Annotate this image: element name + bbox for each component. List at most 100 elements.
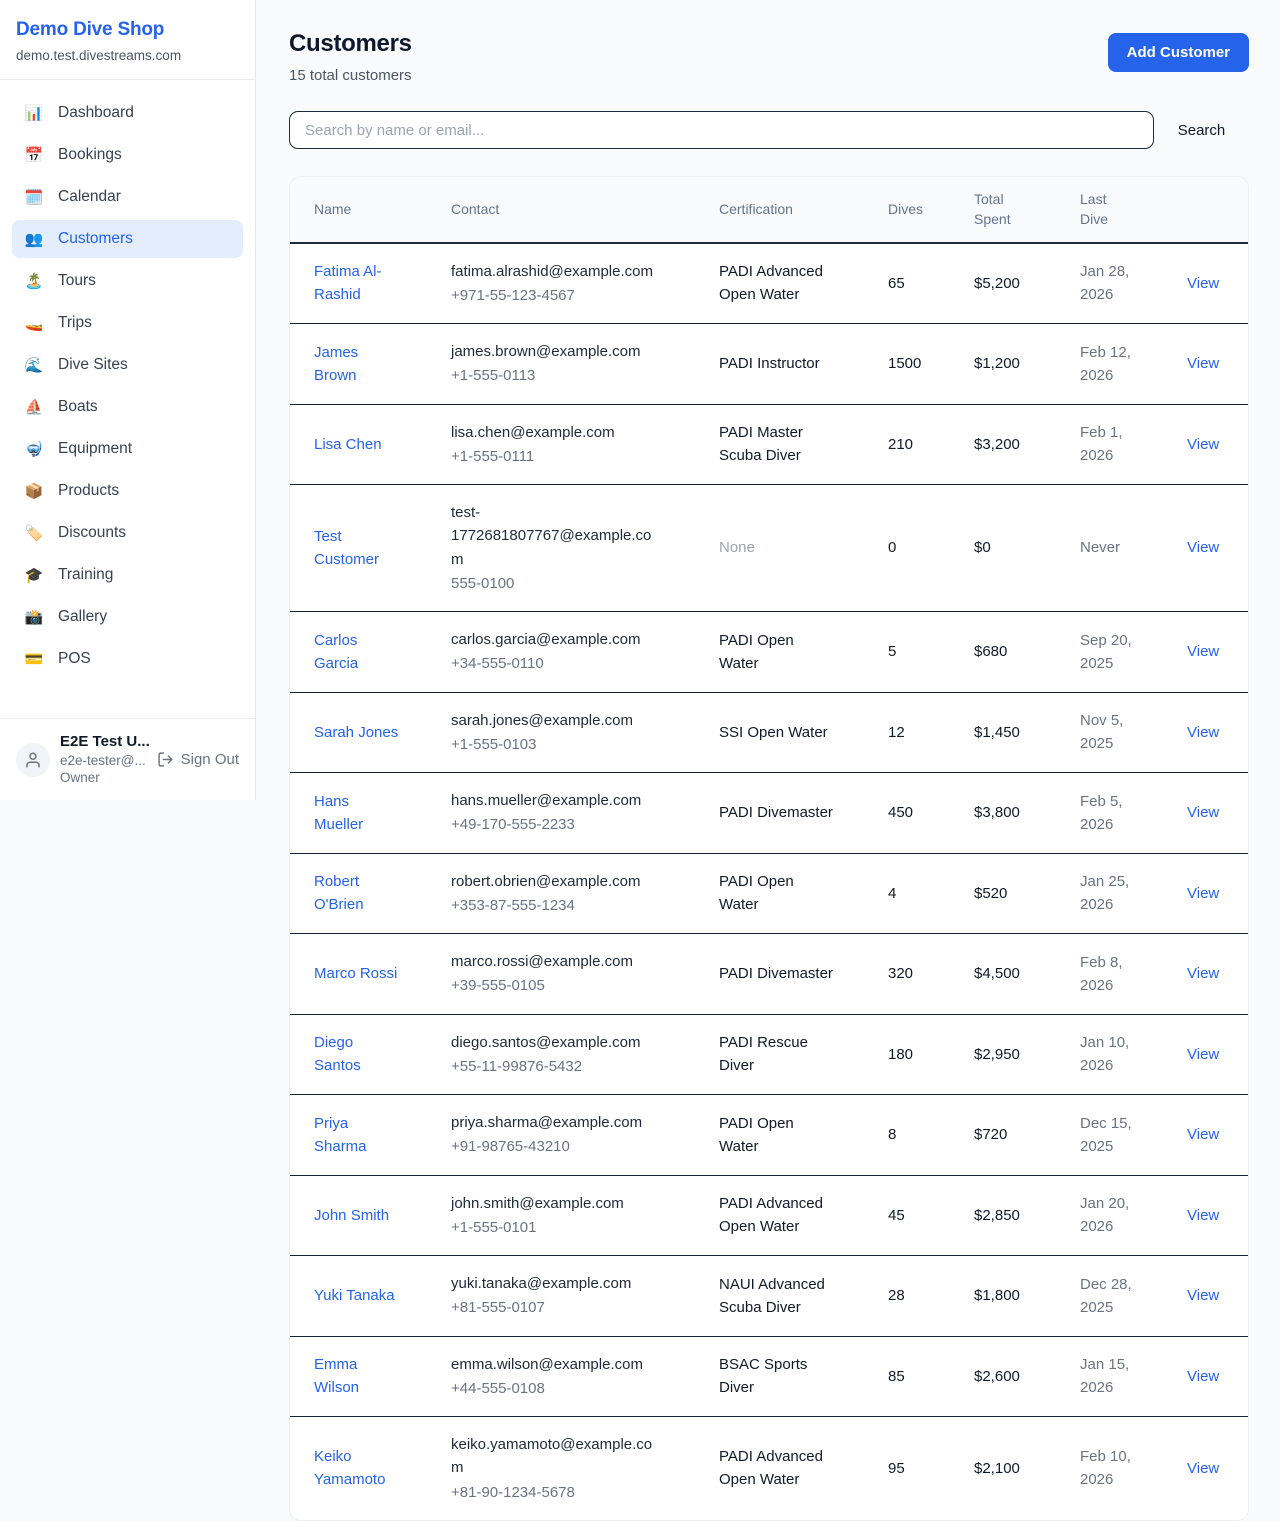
view-customer-link[interactable]: View bbox=[1187, 275, 1219, 292]
sidebar-item-trips[interactable]: 🚤 Trips bbox=[12, 304, 243, 342]
sidebar-item-dive-sites[interactable]: 🌊 Dive Sites bbox=[12, 346, 243, 384]
customer-certification-cell: PADI Open Water bbox=[703, 612, 872, 693]
customer-certification-cell: PADI Instructor bbox=[703, 324, 872, 405]
customer-dives: 65 bbox=[888, 275, 905, 292]
sidebar-item-products[interactable]: 📦 Products bbox=[12, 472, 243, 510]
customer-last-dive: Jan 28, 2026 bbox=[1080, 260, 1142, 307]
shop-name: Demo Dive Shop bbox=[16, 19, 239, 41]
customer-total-spent: $1,800 bbox=[974, 1287, 1020, 1304]
sidebar-item-calendar[interactable]: 🗓️ Calendar bbox=[12, 178, 243, 216]
customer-name-link[interactable]: Sarah Jones bbox=[314, 721, 398, 744]
view-customer-link[interactable]: View bbox=[1187, 1207, 1219, 1224]
customer-name-link[interactable]: Hans Mueller bbox=[314, 790, 399, 837]
customer-name-link[interactable]: Carlos Garcia bbox=[314, 629, 399, 676]
view-customer-link[interactable]: View bbox=[1187, 539, 1219, 556]
column-header-certification: Certification bbox=[703, 177, 872, 243]
view-customer-link[interactable]: View bbox=[1187, 1126, 1219, 1143]
customer-dives-cell: 320 bbox=[872, 934, 958, 1015]
customer-name-link[interactable]: Priya Sharma bbox=[314, 1112, 399, 1159]
sidebar-item-customers[interactable]: 👥 Customers bbox=[12, 220, 243, 258]
sign-out-button[interactable]: Sign Out bbox=[157, 751, 239, 768]
customer-dives-cell: 210 bbox=[872, 404, 958, 485]
customer-email: james.brown@example.com bbox=[451, 340, 663, 363]
customer-last-dive-cell: Feb 5, 2026 bbox=[1064, 773, 1171, 854]
customer-total-spent-cell: $1,450 bbox=[958, 692, 1064, 773]
view-customer-link[interactable]: View bbox=[1187, 804, 1219, 821]
customer-dives: 4 bbox=[888, 885, 896, 902]
customer-dives: 8 bbox=[888, 1126, 896, 1143]
customer-actions-cell: View bbox=[1171, 1417, 1249, 1520]
customer-name-link[interactable]: Emma Wilson bbox=[314, 1353, 399, 1400]
sidebar-item-training[interactable]: 🎓 Training bbox=[12, 556, 243, 594]
customer-certification-cell: NAUI Advanced Scuba Diver bbox=[703, 1256, 872, 1337]
user-icon bbox=[24, 751, 42, 769]
customer-certification-cell: PADI Advanced Open Water bbox=[703, 1175, 872, 1256]
customer-actions-cell: View bbox=[1171, 1256, 1249, 1337]
add-customer-button[interactable]: Add Customer bbox=[1108, 33, 1249, 72]
view-customer-link[interactable]: View bbox=[1187, 643, 1219, 660]
customer-contact-cell: yuki.tanaka@example.com +81-555-0107 bbox=[435, 1256, 703, 1337]
customer-certification-cell: PADI Advanced Open Water bbox=[703, 1417, 872, 1520]
sidebar-item-gallery[interactable]: 📸 Gallery bbox=[12, 598, 243, 636]
view-customer-link[interactable]: View bbox=[1187, 965, 1219, 982]
view-customer-link[interactable]: View bbox=[1187, 1046, 1219, 1063]
customer-email: diego.santos@example.com bbox=[451, 1031, 663, 1054]
customer-name-link[interactable]: Lisa Chen bbox=[314, 433, 382, 456]
customer-certification-cell: PADI Divemaster bbox=[703, 934, 872, 1015]
customer-name-link[interactable]: Fatima Al-Rashid bbox=[314, 260, 399, 307]
customer-name-link[interactable]: James Brown bbox=[314, 341, 399, 388]
customer-dives: 450 bbox=[888, 804, 913, 821]
customer-total-spent: $2,100 bbox=[974, 1460, 1020, 1477]
nav-item-label: Dashboard bbox=[58, 104, 134, 122]
customer-actions-cell: View bbox=[1171, 1014, 1249, 1095]
sidebar-item-discounts[interactable]: 🏷️ Discounts bbox=[12, 514, 243, 552]
customer-last-dive-cell: Jan 10, 2026 bbox=[1064, 1014, 1171, 1095]
customer-last-dive-cell: Dec 15, 2025 bbox=[1064, 1095, 1171, 1176]
view-customer-link[interactable]: View bbox=[1187, 1287, 1219, 1304]
customer-name-link[interactable]: Yuki Tanaka bbox=[314, 1284, 395, 1307]
sidebar-item-tours[interactable]: 🏝️ Tours bbox=[12, 262, 243, 300]
customer-dives: 28 bbox=[888, 1287, 905, 1304]
view-customer-link[interactable]: View bbox=[1187, 1368, 1219, 1385]
customer-name-link[interactable]: Marco Rossi bbox=[314, 962, 397, 985]
customer-last-dive-cell: Feb 1, 2026 bbox=[1064, 404, 1171, 485]
sidebar-item-bookings[interactable]: 📅 Bookings bbox=[12, 136, 243, 174]
customer-contact-cell: diego.santos@example.com +55-11-99876-54… bbox=[435, 1014, 703, 1095]
customer-actions-cell: View bbox=[1171, 612, 1249, 693]
table-row: Test Customer test-1772681807767@example… bbox=[290, 485, 1249, 612]
customer-dives-cell: 95 bbox=[872, 1417, 958, 1520]
sidebar-item-equipment[interactable]: 🤿 Equipment bbox=[12, 430, 243, 468]
customer-contact-cell: test-1772681807767@example.com 555-0100 bbox=[435, 485, 703, 612]
customer-total-spent: $2,600 bbox=[974, 1368, 1020, 1385]
customer-certification-cell: PADI Open Water bbox=[703, 1095, 872, 1176]
customer-name-link[interactable]: Robert O'Brien bbox=[314, 870, 399, 917]
sidebar-item-pos[interactable]: 💳 POS bbox=[12, 640, 243, 678]
view-customer-link[interactable]: View bbox=[1187, 724, 1219, 741]
customer-actions-cell: View bbox=[1171, 692, 1249, 773]
people-icon: 👥 bbox=[24, 230, 44, 248]
view-customer-link[interactable]: View bbox=[1187, 436, 1219, 453]
customer-name-cell: Keiko Yamamoto bbox=[290, 1417, 435, 1520]
customer-last-dive-cell: Feb 8, 2026 bbox=[1064, 934, 1171, 1015]
customer-name-link[interactable]: John Smith bbox=[314, 1204, 389, 1227]
customer-name-cell: Emma Wilson bbox=[290, 1336, 435, 1417]
package-icon: 📦 bbox=[24, 482, 44, 500]
view-customer-link[interactable]: View bbox=[1187, 1460, 1219, 1477]
customer-phone: +81-90-1234-5678 bbox=[451, 1481, 687, 1504]
customer-last-dive: Jan 20, 2026 bbox=[1080, 1192, 1142, 1239]
customer-last-dive: Sep 20, 2025 bbox=[1080, 629, 1142, 676]
search-button[interactable]: Search bbox=[1154, 122, 1249, 139]
customer-name-link[interactable]: Test Customer bbox=[314, 525, 399, 572]
customer-contact-cell: robert.obrien@example.com +353-87-555-12… bbox=[435, 853, 703, 934]
customer-total-spent: $3,800 bbox=[974, 804, 1020, 821]
sailboat-icon: ⛵ bbox=[24, 398, 44, 416]
customer-certification: PADI Divemaster bbox=[719, 801, 833, 824]
view-customer-link[interactable]: View bbox=[1187, 885, 1219, 902]
customer-name-link[interactable]: Diego Santos bbox=[314, 1031, 399, 1078]
sidebar-item-dashboard[interactable]: 📊 Dashboard bbox=[12, 94, 243, 132]
view-customer-link[interactable]: View bbox=[1187, 355, 1219, 372]
customer-dives: 0 bbox=[888, 539, 896, 556]
sidebar-item-boats[interactable]: ⛵ Boats bbox=[12, 388, 243, 426]
search-input[interactable] bbox=[289, 111, 1154, 149]
customer-name-cell: Carlos Garcia bbox=[290, 612, 435, 693]
